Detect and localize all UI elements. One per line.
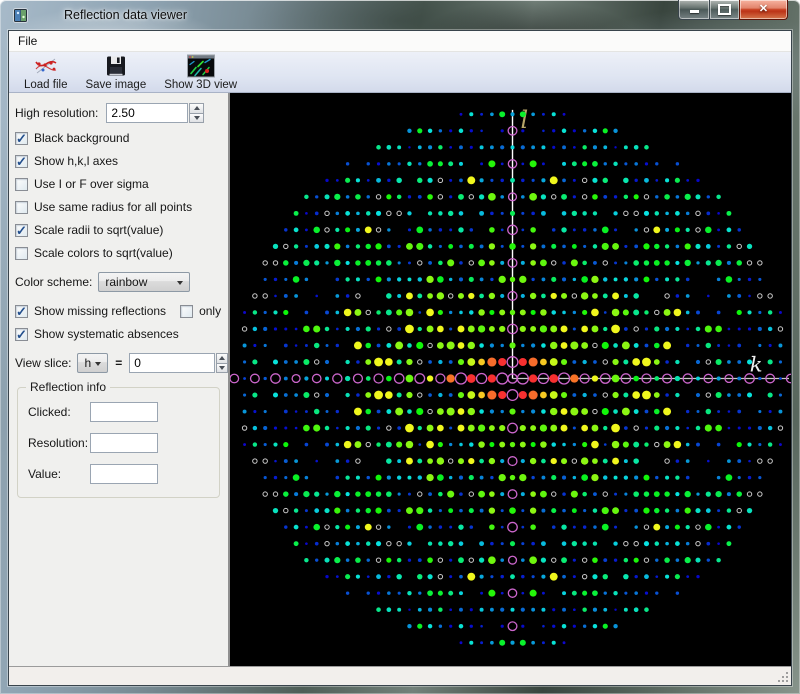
show-3d-view-icon: [187, 54, 215, 78]
maximize-button[interactable]: [709, 0, 740, 20]
view-slice-input[interactable]: [129, 353, 215, 373]
view-slice-label: View slice:: [15, 356, 71, 370]
high-resolution-input[interactable]: [106, 103, 188, 123]
i-over-sigma-checkbox[interactable]: [15, 178, 28, 191]
view-slice-stepper[interactable]: [216, 353, 228, 373]
scale-colors-checkbox[interactable]: [15, 247, 28, 260]
scale-radii-checkbox[interactable]: [15, 224, 28, 237]
maximize-icon: [718, 4, 731, 15]
app-icon: [13, 8, 28, 23]
value-field[interactable]: [90, 464, 158, 484]
menubar: File: [9, 31, 791, 52]
checkbox-i-over-sigma[interactable]: Use I or F over sigma: [15, 177, 228, 191]
color-scheme-value: rainbow: [105, 275, 147, 289]
save-image-button[interactable]: Save image: [76, 52, 155, 92]
checkbox-label: Scale radii to sqrt(value): [34, 223, 163, 237]
resize-grip[interactable]: [777, 671, 789, 683]
clicked-field[interactable]: [90, 402, 158, 422]
show-absences-checkbox[interactable]: [15, 328, 28, 341]
load-file-icon: [33, 54, 59, 78]
checkbox-label: Scale colors to sqrt(value): [34, 246, 173, 260]
show-missing-checkbox[interactable]: [15, 305, 28, 318]
minimize-button[interactable]: [678, 0, 710, 20]
view-slice-axis-select[interactable]: h: [77, 353, 108, 373]
reflection-info-group: Reflection info Clicked: Resolution: Val…: [17, 387, 220, 498]
svg-text:l: l: [521, 106, 529, 134]
checkbox-label: Show h,k,l axes: [34, 154, 118, 168]
color-scheme-label: Color scheme:: [15, 275, 92, 289]
statusbar: [9, 666, 791, 685]
window-title: Reflection data viewer: [64, 8, 187, 22]
view-slice-axis-value: h: [84, 356, 91, 370]
resolution-label: Resolution:: [28, 436, 90, 450]
checkbox-same-radius[interactable]: Use same radius for all points: [15, 200, 228, 214]
checkbox-label: Use I or F over sigma: [34, 177, 149, 191]
toolbar: Load file Save image: [9, 52, 791, 93]
titlebar[interactable]: Reflection data viewer ✕: [0, 0, 800, 30]
checkbox-label: Black background: [34, 131, 129, 145]
checkbox-show-absences[interactable]: Show systematic absences: [15, 327, 228, 341]
tool-btn-label: Save image: [85, 79, 146, 91]
minimize-icon: [690, 10, 699, 13]
high-resolution-stepper[interactable]: [189, 103, 204, 123]
value-label: Value:: [28, 467, 90, 481]
high-resolution-label: High resolution:: [15, 106, 98, 120]
reflection-info-title: Reflection info: [26, 380, 110, 394]
color-scheme-select[interactable]: rainbow: [98, 272, 190, 292]
checkbox-scale-radii[interactable]: Scale radii to sqrt(value): [15, 223, 228, 237]
checkbox-black-background[interactable]: Black background: [15, 131, 228, 145]
app-window: Reflection data viewer ✕ File Load file: [0, 0, 800, 694]
save-image-icon: [103, 54, 129, 78]
reflection-canvas[interactable]: lk: [230, 93, 791, 666]
checkbox-label: only: [199, 304, 221, 318]
missing-only-checkbox[interactable]: [180, 305, 193, 318]
black-background-checkbox[interactable]: [15, 132, 28, 145]
load-file-button[interactable]: Load file: [15, 52, 76, 92]
menu-item-file[interactable]: File: [9, 32, 46, 50]
control-panel: High resolution: Black background Show h…: [9, 93, 230, 666]
show-hkl-axes-checkbox[interactable]: [15, 155, 28, 168]
checkbox-label: Show missing reflections: [34, 304, 166, 318]
show-3d-view-button[interactable]: Show 3D view: [155, 52, 246, 92]
same-radius-checkbox[interactable]: [15, 201, 28, 214]
tool-btn-label: Show 3D view: [164, 79, 237, 91]
tool-btn-label: Load file: [24, 79, 67, 91]
close-icon: ✕: [759, 4, 768, 15]
equals-sign: =: [115, 356, 122, 370]
resolution-field[interactable]: [90, 433, 158, 453]
checkbox-show-hkl-axes[interactable]: Show h,k,l axes: [15, 154, 228, 168]
checkbox-show-missing[interactable]: Show missing reflections only: [15, 304, 228, 318]
close-button[interactable]: ✕: [739, 0, 788, 20]
checkbox-label: Show systematic absences: [34, 327, 179, 341]
checkbox-scale-colors[interactable]: Scale colors to sqrt(value): [15, 246, 228, 260]
reflection-plot[interactable]: lk: [230, 93, 791, 666]
clicked-label: Clicked:: [28, 405, 90, 419]
svg-text:k: k: [750, 353, 763, 377]
checkbox-label: Use same radius for all points: [34, 200, 192, 214]
